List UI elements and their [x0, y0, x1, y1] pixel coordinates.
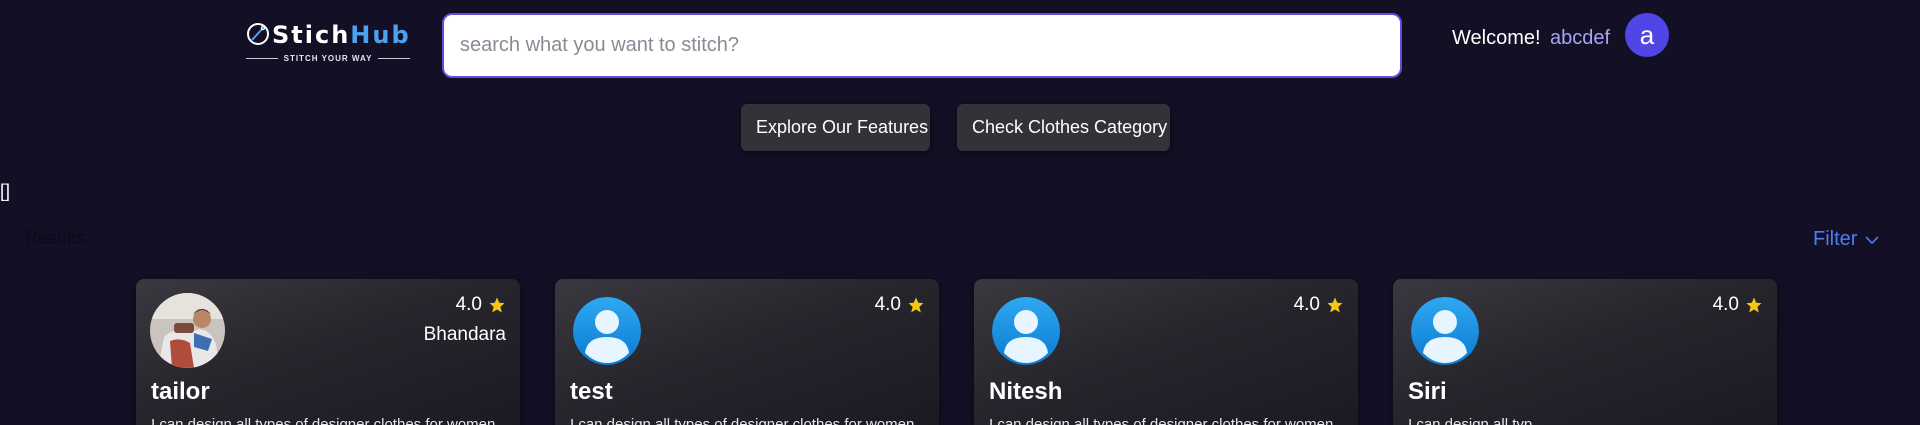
rating-value: 4.0 [874, 294, 901, 315]
search-input[interactable] [444, 15, 1400, 76]
rating: 4.0 [1294, 294, 1344, 316]
tailor-card[interactable]: 4.0 Bhandara tailor I can design all typ… [136, 279, 520, 425]
star-icon [489, 297, 505, 313]
logo-tagline: STITCH YOUR WAY [246, 53, 411, 63]
default-avatar [573, 297, 641, 365]
tailor-card[interactable]: 4.0 Nitesh I can design all types of des… [974, 279, 1358, 425]
tailor-description: I can design all types of designer cloth… [570, 416, 915, 425]
tailor-card[interactable]: 4.0 test I can design all types of desig… [555, 279, 939, 425]
logo-word-hub: Hub [350, 21, 411, 49]
tailor-description: I can design all types of designer cloth… [989, 416, 1334, 425]
tailor-name: test [570, 378, 613, 405]
rating: 4.0 [1713, 294, 1763, 316]
tailor-name: tailor [151, 378, 210, 405]
logo-word-stich: Stich [272, 21, 351, 49]
filter-dropdown[interactable]: Filter [1813, 228, 1880, 251]
logo-wordmark: StichHub [272, 20, 411, 50]
search-box[interactable] [442, 13, 1402, 78]
tailor-name: Nitesh [989, 378, 1063, 405]
tagline-rule-left [246, 57, 278, 59]
location-text: Bhandara [423, 324, 506, 345]
tailor-photo-avatar [150, 293, 225, 368]
results-label: Results: [25, 228, 91, 248]
default-avatar [992, 297, 1060, 365]
star-icon [1746, 297, 1762, 313]
default-avatar [1411, 297, 1479, 365]
tailor-name: Siri [1408, 378, 1447, 405]
rating-value: 4.0 [1712, 294, 1739, 315]
tailor-description: I can design all types of designer cloth… [151, 416, 496, 425]
explore-features-button[interactable]: Explore Our Features [741, 104, 930, 151]
user-avatar[interactable]: a [1625, 13, 1669, 57]
star-icon [908, 297, 924, 313]
filter-label: Filter [1813, 228, 1858, 250]
stichhub-logo[interactable]: StichHub STITCH YOUR WAY [246, 20, 411, 64]
chevron-down-icon [1865, 235, 1880, 244]
tailor-description: I can design all typ [1408, 416, 1533, 425]
debug-text: [] [0, 181, 11, 201]
rating-value: 4.0 [1293, 294, 1320, 315]
rating: 4.0 [456, 294, 506, 316]
profile-photo-icon [150, 293, 225, 368]
rating-value: 4.0 [455, 294, 482, 315]
tagline-rule-right [378, 57, 411, 59]
rating: 4.0 [875, 294, 925, 316]
star-icon [1327, 297, 1343, 313]
clothes-category-button[interactable]: Check Clothes Category [957, 104, 1170, 151]
tailor-card[interactable]: 4.0 Siri I can design all typ [1393, 279, 1777, 425]
user-avatar-icon [1411, 297, 1479, 365]
needle-logo-icon [247, 23, 269, 45]
user-avatar-icon [992, 297, 1060, 365]
tagline-text: STITCH YOUR WAY [283, 53, 373, 63]
welcome-text: Welcome! [1452, 27, 1541, 49]
user-avatar-icon [573, 297, 641, 365]
username-link[interactable]: abcdef [1550, 27, 1610, 50]
